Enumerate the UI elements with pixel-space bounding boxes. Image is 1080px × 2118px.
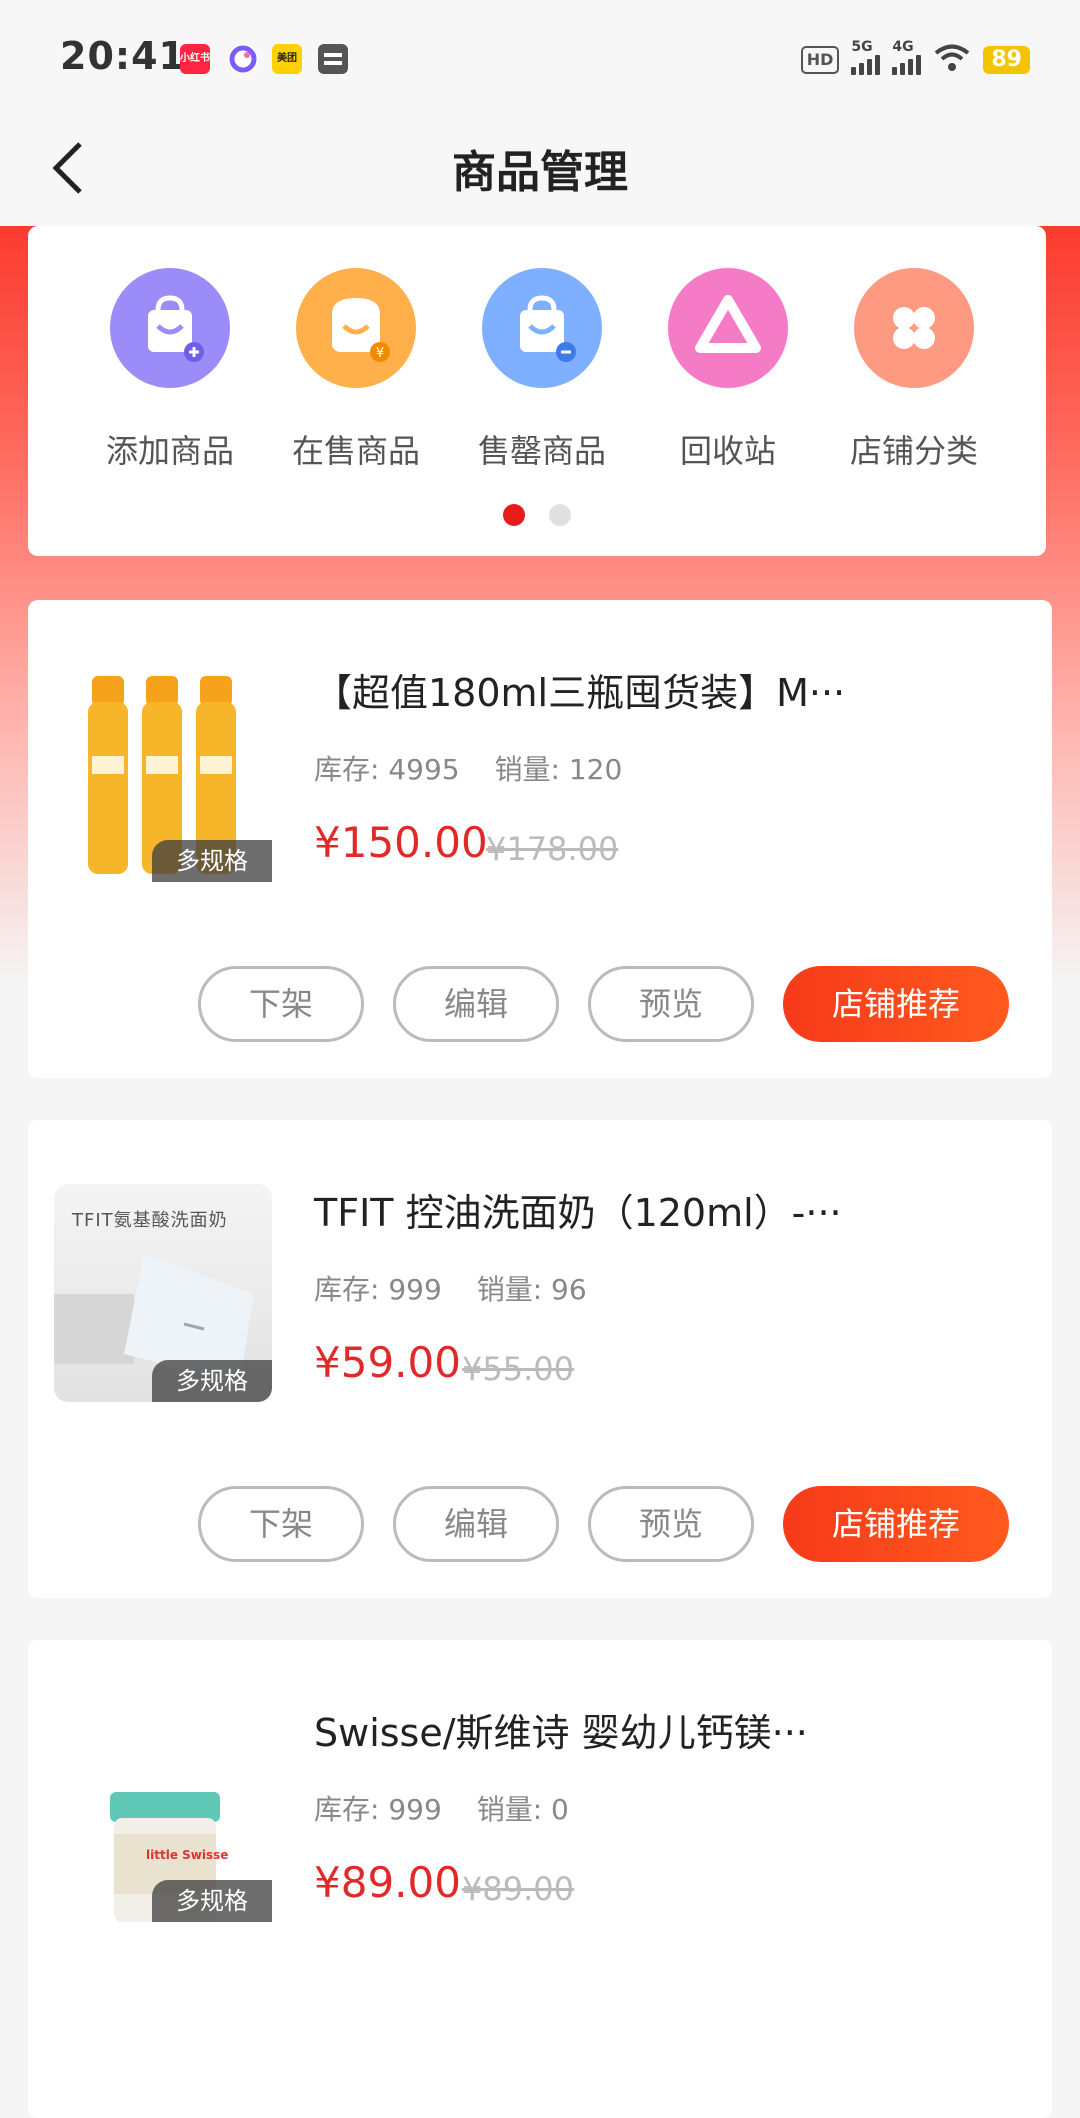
page-title: 商品管理 [452, 147, 628, 198]
menu-item-sold-out[interactable]: 售罄商品 [462, 268, 622, 472]
thumbnail-caption: TFIT氨基酸洗面奶 [72, 1210, 228, 1231]
sales-count: 销量: 96 [476, 1273, 587, 1306]
app-circle-icon [228, 44, 258, 74]
recycle-triangle-icon [668, 268, 788, 388]
product-thumbnail[interactable]: little Swisse 多规格 [54, 1704, 272, 1922]
xiaohongshu-icon: 小红书 [180, 44, 210, 74]
stock-count: 库存: 999 [314, 1273, 442, 1306]
delist-button[interactable]: 下架 [198, 966, 364, 1042]
sales-count: 销量: 120 [494, 753, 623, 786]
status-time: 20:41 [60, 34, 186, 78]
status-bar: 20:41 小红书 美团 HD 5G 4G 89 [0, 0, 1080, 110]
multi-spec-badge: 多规格 [152, 1880, 272, 1922]
original-price: ¥89.00 [462, 1870, 574, 1908]
page-dot [549, 504, 571, 526]
page-indicator [28, 504, 1046, 526]
original-price: ¥55.00 [462, 1350, 574, 1388]
wallet-icon [318, 44, 348, 74]
original-price: ¥178.00 [486, 830, 619, 868]
stock-count: 库存: 999 [314, 1793, 442, 1826]
menu-item-on-sale[interactable]: ¥ 在售商品 [276, 268, 436, 472]
edit-button[interactable]: 编辑 [393, 966, 559, 1042]
edit-button[interactable]: 编辑 [393, 1486, 559, 1562]
product-name: 【超值180ml三瓶囤货装】M··· [314, 671, 846, 715]
product-price: ¥59.00 [314, 1338, 461, 1387]
signal-4g-icon: 4G [892, 39, 922, 75]
nav-bar: 商品管理 [0, 110, 1080, 226]
hd-voice-icon: HD [800, 46, 840, 74]
wifi-icon [933, 43, 971, 77]
preview-button[interactable]: 预览 [588, 966, 754, 1042]
product-stats: 库存: 999 销量: 96 [314, 1268, 613, 1308]
svg-text:¥: ¥ [376, 346, 384, 361]
sales-count: 销量: 0 [476, 1793, 569, 1826]
stock-count: 库存: 4995 [314, 753, 460, 786]
store-recommend-button[interactable]: 店铺推荐 [783, 1486, 1009, 1562]
product-price: ¥89.00 [314, 1858, 461, 1907]
product-price: ¥150.00 [314, 818, 488, 867]
store-recommend-button[interactable]: 店铺推荐 [783, 966, 1009, 1042]
product-name: Swisse/斯维诗 婴幼儿钙镁··· [314, 1711, 808, 1755]
delist-button[interactable]: 下架 [198, 1486, 364, 1562]
meituan-icon: 美团 [272, 44, 302, 74]
menu-item-store-category[interactable]: 店铺分类 [834, 268, 994, 472]
multi-spec-badge: 多规格 [152, 840, 272, 882]
product-thumbnail[interactable]: 多规格 [54, 664, 272, 882]
quick-menu-card: 添加商品 ¥ 在售商品 售罄商品 回收站 店铺分类 [28, 226, 1046, 556]
battery-indicator: 89 [983, 46, 1030, 74]
menu-item-add-product[interactable]: 添加商品 [90, 268, 250, 472]
bag-add-icon [110, 268, 230, 388]
system-indicators: HD 5G 4G 89 [800, 39, 1030, 80]
menu-item-recycle-bin[interactable]: 回收站 [648, 268, 808, 472]
product-thumbnail[interactable]: TFIT氨基酸洗面奶 多规格 [54, 1184, 272, 1402]
signal-5g-icon: 5G [851, 39, 881, 75]
product-name: TFIT 控油洗面奶（120ml）-··· [314, 1191, 842, 1235]
thumbnail-caption: little Swisse [146, 1848, 229, 1862]
category-clover-icon [854, 268, 974, 388]
bag-minus-icon [482, 268, 602, 388]
product-card: little Swisse 多规格 Swisse/斯维诗 婴幼儿钙镁··· 库存… [28, 1640, 1052, 2118]
multi-spec-badge: 多规格 [152, 1360, 272, 1402]
product-card: TFIT氨基酸洗面奶 多规格 TFIT 控油洗面奶（120ml）-··· 库存:… [28, 1120, 1052, 1598]
page-dot-active [503, 504, 525, 526]
bag-yen-icon: ¥ [296, 268, 416, 388]
preview-button[interactable]: 预览 [588, 1486, 754, 1562]
product-stats: 库存: 4995 销量: 120 [314, 748, 648, 788]
product-card: 多规格 【超值180ml三瓶囤货装】M··· 库存: 4995 销量: 120 … [28, 600, 1052, 1078]
product-stats: 库存: 999 销量: 0 [314, 1788, 595, 1828]
